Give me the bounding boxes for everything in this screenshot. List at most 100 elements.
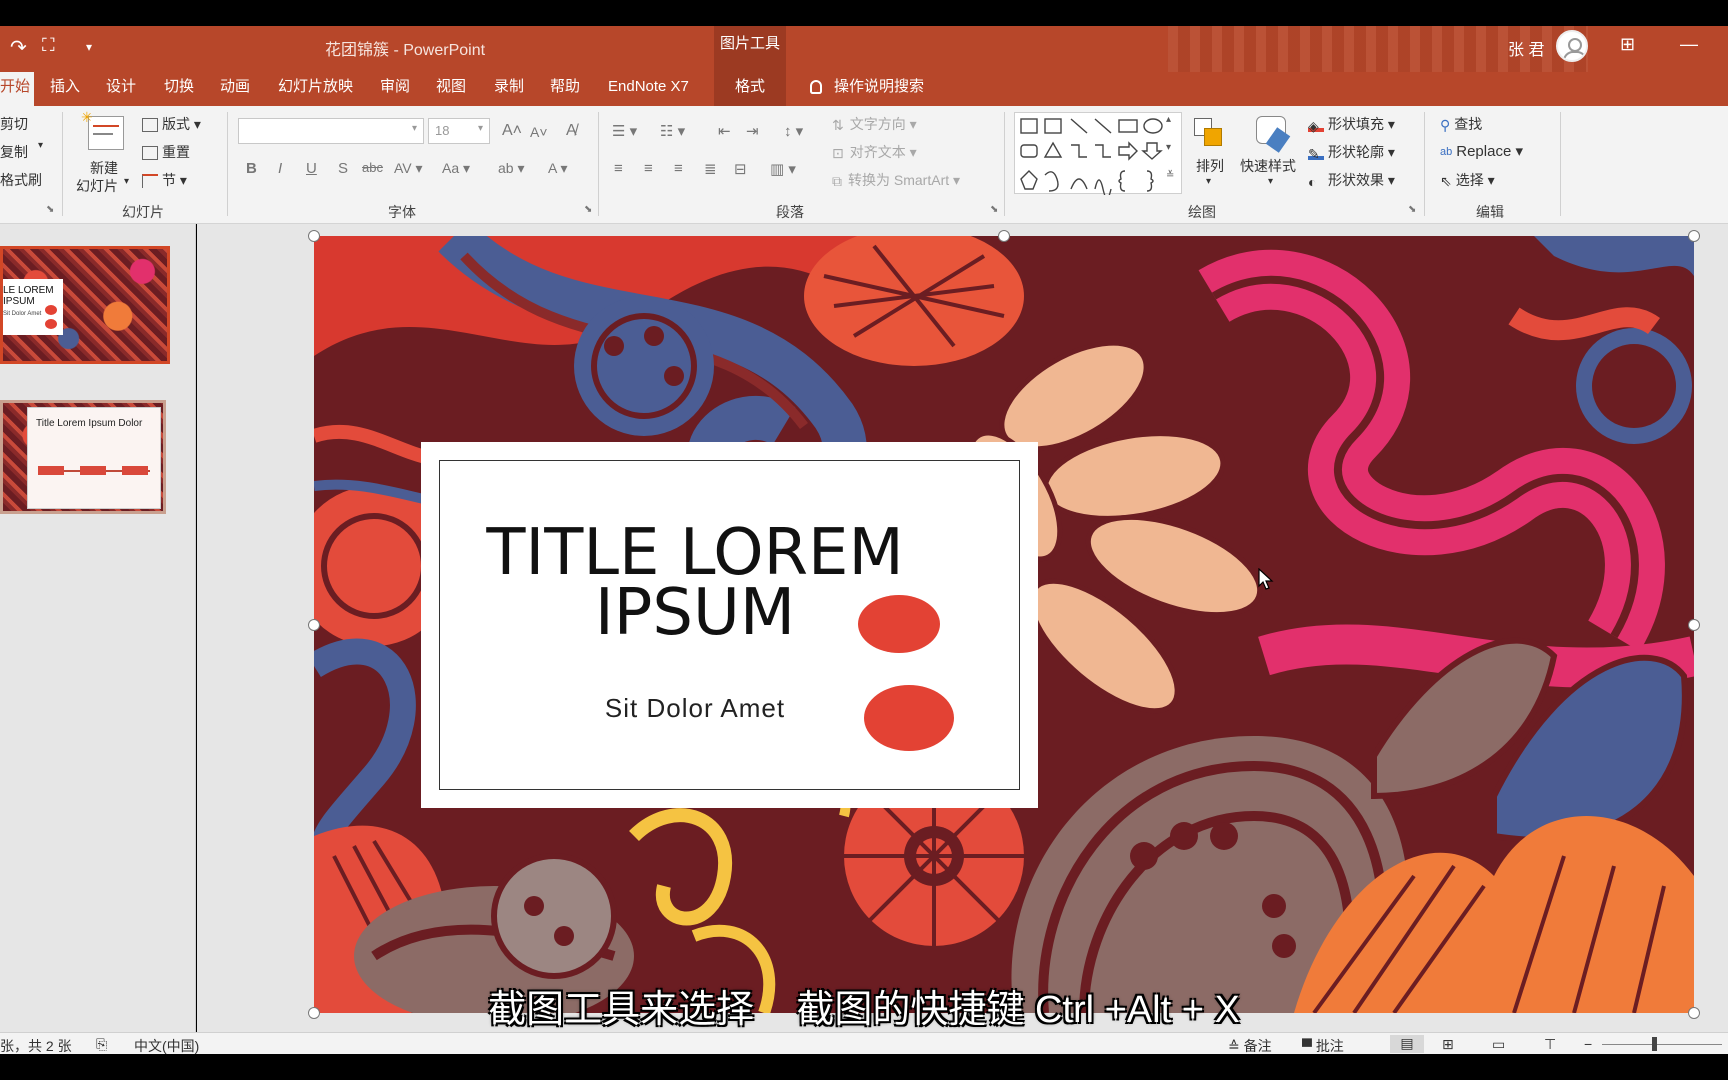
tab-insert[interactable]: 插入 xyxy=(46,72,84,106)
section-button[interactable]: 节 ▾ xyxy=(142,170,187,190)
line-spacing-icon[interactable]: ↕ ▾ xyxy=(784,122,803,140)
replace-button[interactable]: ab Replace ▾ xyxy=(1440,142,1523,160)
tab-design[interactable]: 设计 xyxy=(102,72,140,106)
clipboard-launcher-icon[interactable]: ⬊ xyxy=(46,204,54,215)
increase-indent-icon[interactable]: ⇥ xyxy=(746,122,759,140)
italic-icon[interactable]: I xyxy=(278,160,282,177)
select-button[interactable]: ⇖ 选择 ▾ xyxy=(1440,170,1495,190)
drawing-launcher-icon[interactable]: ⬊ xyxy=(1408,204,1416,215)
tab-format[interactable]: 格式 xyxy=(714,72,786,106)
slide-background-picture[interactable]: TITLE LOREM IPSUM Sit Dolor Amet xyxy=(314,236,1694,1013)
arrange-label[interactable]: 排列 xyxy=(1196,156,1224,176)
tab-view[interactable]: 视图 xyxy=(432,72,470,106)
font-size-dropdown-icon[interactable]: ▾ xyxy=(478,123,483,134)
new-slide-icon[interactable]: ✳ xyxy=(81,109,124,150)
tab-review[interactable]: 审阅 xyxy=(376,72,414,106)
font-color-icon[interactable]: A ▾ xyxy=(548,160,567,177)
tab-help[interactable]: 帮助 xyxy=(546,72,584,106)
change-case-icon[interactable]: Aa ▾ xyxy=(442,160,470,177)
copy-dropdown-icon[interactable]: ▾ xyxy=(38,140,43,151)
justify-icon[interactable]: ≣ xyxy=(704,160,717,178)
smartart-button[interactable]: ⧉ 转换为 SmartArt ▾ xyxy=(832,170,960,190)
shape-outline-button[interactable]: ✎ 形状轮廓 ▾ xyxy=(1308,142,1395,162)
user-avatar-icon[interactable] xyxy=(1556,30,1588,62)
language-status[interactable]: 中文(中国) xyxy=(134,1036,199,1056)
increase-font-size-icon[interactable]: A˄ xyxy=(502,122,522,140)
resize-handle-left[interactable] xyxy=(308,619,320,631)
arrange-dropdown-icon[interactable]: ▾ xyxy=(1206,176,1211,187)
format-painter-button[interactable]: 格式刷 xyxy=(0,170,42,190)
zoom-out-icon[interactable]: − xyxy=(1584,1036,1592,1052)
gallery-scroll-down-icon[interactable]: ▾ xyxy=(1166,142,1171,153)
cut-button[interactable]: 剪切 xyxy=(0,114,28,134)
zoom-slider-track[interactable] xyxy=(1602,1044,1722,1045)
comments-button[interactable]: ▀ 批注 xyxy=(1302,1036,1344,1056)
shapes-gallery[interactable] xyxy=(1014,112,1182,199)
resize-handle-top-left[interactable] xyxy=(308,230,320,242)
reading-view-icon[interactable]: ▭ xyxy=(1492,1036,1505,1053)
highlight-icon[interactable]: ab ▾ xyxy=(498,160,525,177)
text-shadow-icon[interactable]: S xyxy=(338,160,348,177)
new-slide-dropdown-icon[interactable]: ▾ xyxy=(124,176,129,187)
bold-icon[interactable]: B xyxy=(246,160,257,177)
numbering-icon[interactable]: ☷ ▾ xyxy=(660,122,685,140)
underline-icon[interactable]: U xyxy=(306,160,317,177)
shape-fill-button[interactable]: ◈ 形状填充 ▾ xyxy=(1308,114,1395,134)
strikethrough-icon[interactable]: abc xyxy=(362,160,383,175)
align-text-button[interactable]: ⊡ 对齐文本 ▾ xyxy=(832,142,917,162)
gallery-scroll-up-icon[interactable]: ▴ xyxy=(1166,114,1171,125)
align-left-icon[interactable]: ≡ xyxy=(614,160,623,177)
layout-button[interactable]: 版式 ▾ xyxy=(142,114,201,134)
notes-button[interactable]: ≙ 备注 xyxy=(1228,1036,1272,1056)
slide-thumbnail-2[interactable]: Title Lorem Ipsum Dolor xyxy=(0,400,166,514)
distributed-icon[interactable]: ⊟ xyxy=(734,160,747,178)
tab-record[interactable]: 录制 xyxy=(490,72,528,106)
new-slide-label-2[interactable]: 幻灯片 xyxy=(76,176,118,196)
shape-effects-button[interactable]: ◐ 形状效果 ▾ xyxy=(1308,170,1395,190)
redo-icon[interactable]: ↷ xyxy=(10,35,27,60)
ribbon-display-options-icon[interactable]: ⊞ xyxy=(1620,34,1635,55)
resize-handle-top-right[interactable] xyxy=(1688,230,1700,242)
spell-check-icon[interactable]: ⎘ xyxy=(96,1036,107,1053)
tab-home[interactable]: 开始 xyxy=(0,72,34,106)
find-button[interactable]: ⚲ 查找 xyxy=(1440,114,1482,134)
resize-handle-right[interactable] xyxy=(1688,619,1700,631)
slide-show-icon[interactable]: ⊤ xyxy=(1544,1036,1556,1053)
quick-styles-icon[interactable] xyxy=(1254,114,1291,153)
tab-endnote[interactable]: EndNote X7 xyxy=(604,72,693,106)
minimize-icon[interactable]: — xyxy=(1680,34,1698,55)
normal-view-icon[interactable]: ▤ xyxy=(1390,1035,1424,1053)
clear-formatting-icon[interactable]: A̸ xyxy=(566,122,577,140)
align-center-icon[interactable]: ≡ xyxy=(644,160,653,177)
decrease-indent-icon[interactable]: ⇤ xyxy=(718,122,731,140)
user-name[interactable]: 张 君 xyxy=(1508,36,1544,60)
slide-sorter-icon[interactable]: ⊞ xyxy=(1442,1036,1454,1053)
paragraph-launcher-icon[interactable]: ⬊ xyxy=(990,204,998,215)
tab-slide-show[interactable]: 幻灯片放映 xyxy=(274,72,357,106)
font-launcher-icon[interactable]: ⬊ xyxy=(584,204,592,215)
decrease-font-size-icon[interactable]: A˅ xyxy=(530,124,548,140)
font-size-combo[interactable]: 18 ▾ xyxy=(428,118,490,144)
character-spacing-icon[interactable]: AV ▾ xyxy=(394,160,423,177)
copy-button[interactable]: 复制 xyxy=(0,142,28,162)
text-direction-button[interactable]: ⇅ 文字方向 ▾ xyxy=(832,114,917,134)
tab-animations[interactable]: 动画 xyxy=(216,72,254,106)
tell-me-search[interactable]: 操作说明搜索 xyxy=(806,72,928,106)
reset-button[interactable]: 重置 xyxy=(142,142,190,162)
columns-icon[interactable]: ▥ ▾ xyxy=(770,160,796,178)
font-name-dropdown-icon[interactable]: ▾ xyxy=(412,123,417,134)
bullets-icon[interactable]: ☰ ▾ xyxy=(612,122,637,140)
resize-handle-top[interactable] xyxy=(998,230,1010,242)
gallery-more-icon[interactable]: ≚ xyxy=(1166,170,1174,181)
customize-quick-access-icon[interactable]: ▾ xyxy=(86,40,92,54)
presentation-from-start-icon[interactable]: ⛶ xyxy=(42,35,55,56)
title-placeholder-box[interactable]: TITLE LOREM IPSUM Sit Dolor Amet xyxy=(421,442,1038,808)
align-right-icon[interactable]: ≡ xyxy=(674,160,683,177)
quick-styles-label[interactable]: 快速样式 xyxy=(1240,156,1296,176)
arrange-icon[interactable] xyxy=(1192,116,1228,152)
slide-count-status[interactable]: 张，共 2 张 xyxy=(0,1036,72,1056)
quick-styles-dropdown-icon[interactable]: ▾ xyxy=(1268,176,1273,187)
slide-thumbnail-1[interactable]: LE LOREM IPSUM Sit Dolor Amet xyxy=(0,246,170,364)
font-name-combo[interactable]: ▾ xyxy=(238,118,424,144)
tab-transitions[interactable]: 切换 xyxy=(160,72,198,106)
